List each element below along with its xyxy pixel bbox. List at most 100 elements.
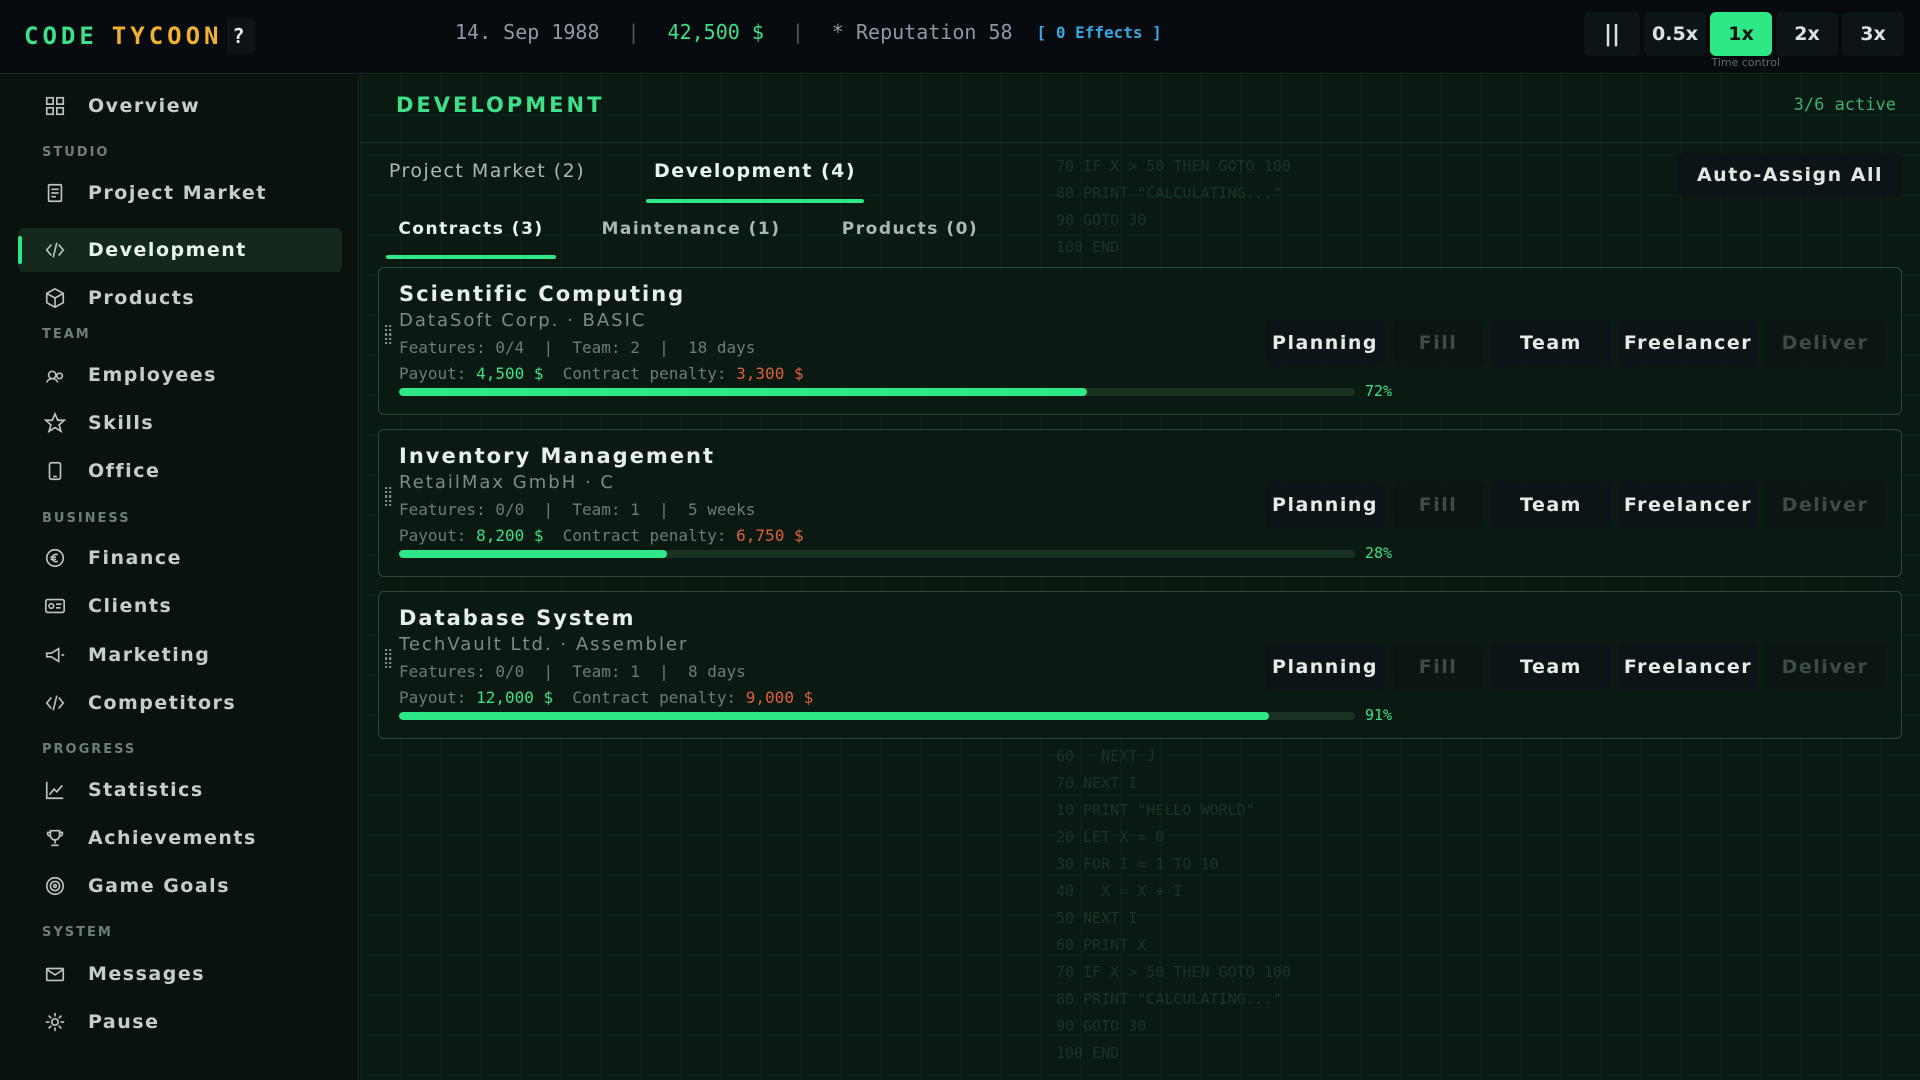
deliver-button[interactable]: Deliver: [1765, 320, 1885, 366]
sidebar-item-statistics[interactable]: Statistics: [18, 768, 342, 812]
sidebar-item-label: Project Market: [88, 182, 267, 204]
contract-card[interactable]: ⠿ ⠿ Inventory Management RetailMax GmbH ·…: [378, 429, 1902, 577]
sidebar-item-label: Pause: [88, 1011, 160, 1033]
sidebar-item-clients[interactable]: Clients: [18, 584, 342, 628]
top-bar: CODE TYCOON ? 14. Sep 1988 | 42,500 $ | …: [0, 0, 1920, 74]
mail-icon: [42, 961, 68, 987]
euro-icon: [42, 545, 68, 571]
speed-2x-button[interactable]: 2x: [1776, 12, 1838, 56]
drag-handle-icon[interactable]: ⠿ ⠿: [383, 487, 393, 510]
contract-actions: Planning Fill Team Freelancer Deliver: [1265, 320, 1885, 366]
sidebar-item-label: Finance: [88, 547, 183, 569]
planning-button[interactable]: Planning: [1265, 482, 1385, 528]
trophy-icon: [42, 825, 68, 851]
sidebar-section-title: SYSTEM: [42, 925, 113, 940]
sidebar-item-finance[interactable]: Finance: [18, 536, 342, 580]
planning-button[interactable]: Planning: [1265, 644, 1385, 690]
sidebar-item-overview[interactable]: Overview: [18, 84, 342, 128]
fill-button[interactable]: Fill: [1393, 644, 1483, 690]
contract-payout: Payout: 12,000 $ Contract penalty: 9,000…: [399, 688, 813, 707]
pause-button[interactable]: ||: [1584, 12, 1640, 56]
penalty-value: 3,300 $: [736, 364, 804, 383]
team-button[interactable]: Team: [1491, 482, 1611, 528]
deliver-button[interactable]: Deliver: [1765, 644, 1885, 690]
speed-0-5x-button[interactable]: 0.5x: [1644, 12, 1706, 56]
contract-client: DataSoft Corp. · BASIC: [399, 310, 647, 331]
planning-button[interactable]: Planning: [1265, 320, 1385, 366]
sidebar-item-project-market[interactable]: Project Market: [18, 171, 342, 215]
tab-project-market[interactable]: Project Market (2): [386, 143, 588, 199]
subtab-products[interactable]: Products (0): [820, 203, 1000, 255]
app-logo: CODE TYCOON ?: [24, 18, 255, 54]
progress-bar: [399, 388, 1355, 396]
progress-percent: 72%: [1365, 382, 1393, 400]
subtab-contracts[interactable]: Contracts (3): [386, 203, 556, 259]
sidebar-item-label: Achievements: [88, 827, 257, 849]
document-icon: [42, 180, 68, 206]
effects-button[interactable]: [ 0 Effects ]: [1037, 23, 1162, 42]
progress-fill: [399, 550, 667, 558]
sidebar-item-marketing[interactable]: Marketing: [18, 633, 342, 677]
deliver-button[interactable]: Deliver: [1765, 482, 1885, 528]
sidebar-item-competitors[interactable]: Competitors: [18, 681, 342, 725]
contract-card[interactable]: ⠿ ⠿ Scientific Computing DataSoft Corp. ·…: [378, 267, 1902, 415]
gear-icon: [42, 1009, 68, 1035]
penalty-value: 6,750 $: [736, 526, 804, 545]
chart-icon: [42, 777, 68, 803]
team-button[interactable]: Team: [1491, 320, 1611, 366]
sidebar-item-skills[interactable]: Skills: [18, 401, 342, 445]
penalty-value: 9,000 $: [745, 688, 814, 707]
contract-client: RetailMax GmbH · C: [399, 472, 615, 493]
payout-value: 12,000 $: [476, 688, 554, 707]
sidebar-item-game-goals[interactable]: Game Goals: [18, 864, 342, 908]
sidebar-item-achievements[interactable]: Achievements: [18, 816, 342, 860]
contract-meta: Features: 0/4 | Team: 2 | 18 days: [399, 338, 756, 357]
sidebar-section-title: TEAM: [42, 327, 91, 342]
sidebar-item-products[interactable]: Products: [18, 276, 342, 320]
contract-actions: Planning Fill Team Freelancer Deliver: [1265, 644, 1885, 690]
sidebar-item-employees[interactable]: Employees: [18, 353, 342, 397]
freelancer-button[interactable]: Freelancer: [1619, 644, 1757, 690]
id-card-icon: [42, 593, 68, 619]
sidebar-item-pause[interactable]: Pause: [18, 1000, 342, 1044]
freelancer-button[interactable]: Freelancer: [1619, 482, 1757, 528]
drag-handle-icon[interactable]: ⠿ ⠿: [383, 649, 393, 672]
megaphone-icon: [42, 642, 68, 668]
freelancer-button[interactable]: Freelancer: [1619, 320, 1757, 366]
sidebar-item-development[interactable]: Development: [18, 228, 342, 272]
main-header: DEVELOPMENT 3/6 active: [360, 75, 1920, 143]
speed-3x-button[interactable]: 3x: [1842, 12, 1904, 56]
sidebar: Overview STUDIO Project Market Developme…: [0, 75, 359, 1080]
contract-title: Scientific Computing: [399, 282, 686, 306]
page-title: DEVELOPMENT: [396, 93, 605, 117]
fill-button[interactable]: Fill: [1393, 320, 1483, 366]
penalty-label: Contract penalty:: [543, 526, 737, 545]
team-button[interactable]: Team: [1491, 644, 1611, 690]
help-button[interactable]: ?: [226, 18, 255, 54]
time-control: || 0.5x 1x 2x 3x: [1584, 12, 1904, 56]
progress-fill: [399, 388, 1088, 396]
sidebar-item-messages[interactable]: Messages: [18, 952, 342, 996]
logo-word-tycoon: TYCOON: [111, 22, 223, 50]
auto-assign-all-button[interactable]: Auto-Assign All: [1678, 153, 1902, 197]
payout-value: 4,500 $: [476, 364, 544, 383]
sidebar-item-label: Statistics: [88, 779, 204, 801]
status-separator: |: [627, 20, 640, 44]
time-control-label: Time control: [1711, 56, 1780, 69]
contract-card[interactable]: ⠿ ⠿ Database System TechVault Ltd. · Asse…: [378, 591, 1902, 739]
tab-development[interactable]: Development (4): [646, 143, 864, 203]
subtab-maintenance[interactable]: Maintenance (1): [590, 203, 792, 255]
code-icon: [42, 237, 68, 263]
grid-icon: [42, 93, 68, 119]
sidebar-item-office[interactable]: Office: [18, 449, 342, 493]
sidebar-item-label: Competitors: [88, 692, 237, 714]
star-icon: [42, 410, 68, 436]
sidebar-item-label: Marketing: [88, 644, 211, 666]
drag-handle-icon[interactable]: ⠿ ⠿: [383, 325, 393, 348]
speed-1x-button[interactable]: 1x: [1710, 12, 1772, 56]
progress-bar: [399, 550, 1355, 558]
payout-value: 8,200 $: [476, 526, 544, 545]
sidebar-item-label: Game Goals: [88, 875, 231, 897]
fill-button[interactable]: Fill: [1393, 482, 1483, 528]
penalty-label: Contract penalty:: [543, 364, 737, 383]
